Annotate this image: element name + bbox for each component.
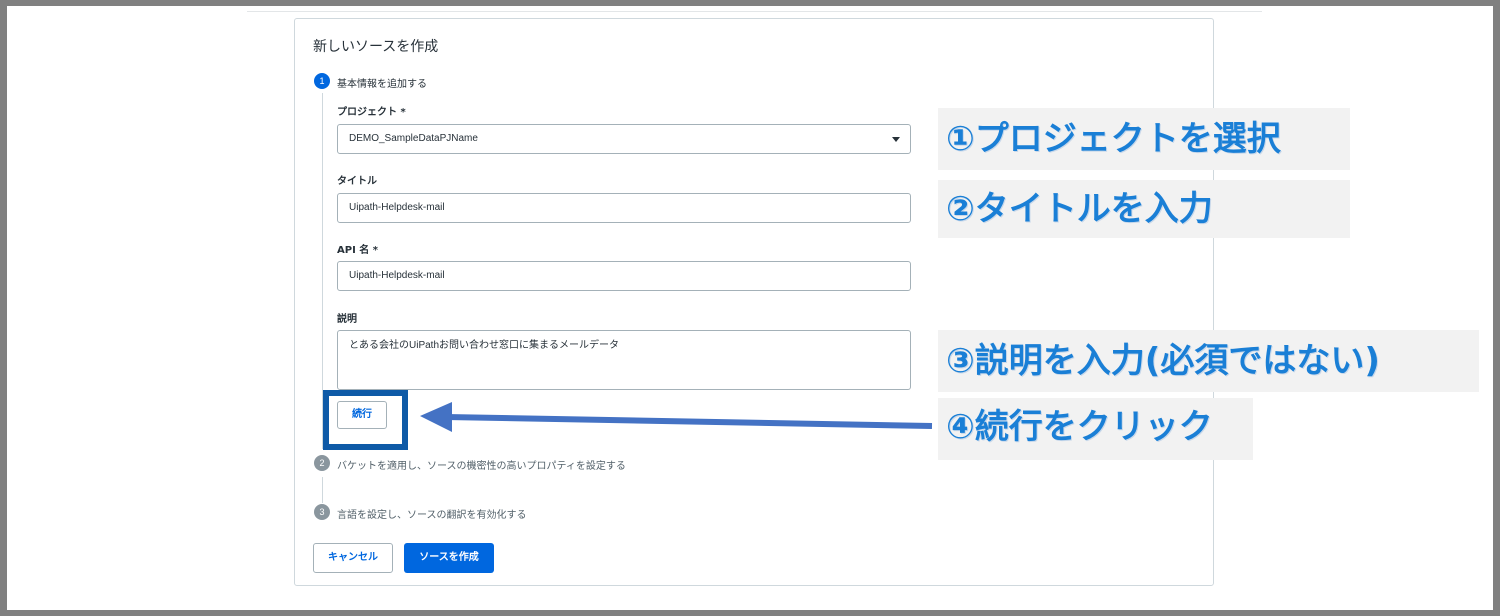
project-select[interactable]: DEMO_SampleDataPJName (337, 124, 911, 154)
continue-highlight-box (323, 390, 408, 450)
project-select-value: DEMO_SampleDataPJName (349, 133, 478, 144)
step-2-indicator: 2 (314, 455, 330, 471)
project-label: プロジェクト * (337, 107, 406, 118)
annotation-select-project: ①プロジェクトを選択 (938, 108, 1350, 170)
cancel-button[interactable]: キャンセル (313, 543, 393, 573)
title-input[interactable]: Uipath-Helpdesk-mail (337, 193, 911, 223)
description-label: 説明 (337, 314, 357, 325)
step-2-connector (322, 477, 323, 503)
create-source-button[interactable]: ソースを作成 (404, 543, 494, 573)
step-2-label: バケットを適用し、ソースの機密性の高いプロパティを設定する (337, 461, 626, 472)
title-label: タイトル (337, 176, 377, 187)
annotation-enter-description: ③説明を入力(必須ではない) (938, 330, 1479, 392)
chevron-down-icon (892, 137, 900, 142)
top-divider (247, 11, 1262, 12)
annotation-enter-title: ②タイトルを入力 (938, 180, 1350, 238)
create-source-card: 新しいソースを作成 1 基本情報を追加する プロジェクト * DEMO_Samp… (294, 18, 1214, 586)
step-1-label: 基本情報を追加する (337, 79, 427, 90)
description-textarea[interactable]: とある会社のUiPathお問い合わせ窓口に集まるメールデータ (337, 330, 911, 390)
page-title: 新しいソースを作成 (313, 39, 439, 55)
annotation-click-continue: ④続行をクリック (938, 398, 1253, 460)
api-name-label: API 名 * (337, 245, 378, 256)
step-3-indicator: 3 (314, 504, 330, 520)
step-3-label: 言語を設定し、ソースの翻訳を有効化する (337, 510, 527, 521)
step-1-indicator: 1 (314, 73, 330, 89)
api-name-input[interactable]: Uipath-Helpdesk-mail (337, 261, 911, 291)
